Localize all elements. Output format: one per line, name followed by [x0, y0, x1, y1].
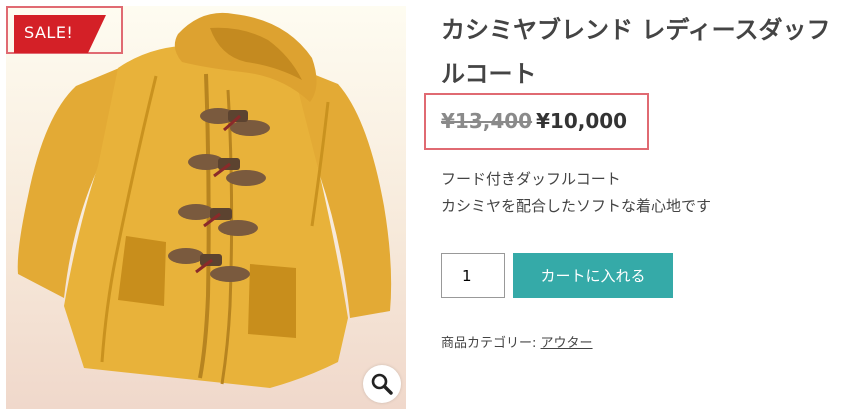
add-to-cart-button[interactable]: カートに入れる	[513, 253, 673, 298]
duffle-coat-image	[17, 12, 392, 389]
quantity-input[interactable]	[441, 253, 505, 298]
sale-badge: SALE!	[14, 15, 106, 53]
zoom-button[interactable]	[363, 365, 401, 403]
category-label: 商品カテゴリー:	[441, 336, 537, 351]
product-gallery[interactable]: SALE!	[6, 6, 406, 409]
short-description: フード付きダッフルコート カシミヤを配合したソフトな着心地です	[441, 166, 711, 220]
product-title: カシミヤブレンド レディースダッフルコート	[441, 16, 831, 88]
regular-price: ¥13,400	[441, 109, 533, 133]
description-line-2: カシミヤを配合したソフトな着心地です	[441, 197, 712, 215]
category-link[interactable]: アウター	[541, 336, 593, 351]
magnifier-icon	[371, 373, 393, 395]
product-meta: 商品カテゴリー: アウター	[441, 332, 593, 351]
description-line-1: フード付きダッフルコート	[441, 170, 621, 188]
sale-badge-text: SALE!	[24, 23, 74, 42]
sale-price: ¥10,000	[536, 109, 628, 133]
